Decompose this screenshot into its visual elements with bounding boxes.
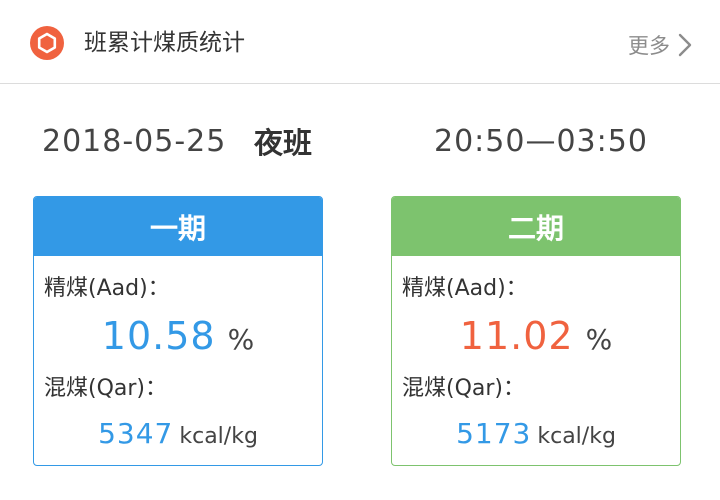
mixed-coal-unit: kcal/kg <box>537 424 616 449</box>
mixed-coal-value: 5173 <box>456 417 532 450</box>
clean-coal-row: 11.02% <box>392 313 680 359</box>
more-link[interactable]: 更多 <box>628 30 692 60</box>
chevron-right-icon <box>678 33 692 57</box>
clean-coal-value: 10.58 <box>101 314 216 358</box>
clean-coal-label: 精煤(Aad)： <box>402 276 528 301</box>
mixed-coal-unit: kcal/kg <box>179 424 258 449</box>
card-title: 一期 <box>34 197 322 256</box>
mixed-coal-row: 5173 kcal/kg <box>392 417 680 453</box>
clean-coal-unit: % <box>227 323 255 356</box>
more-label: 更多 <box>628 34 670 58</box>
mixed-coal-label: 混煤(Qar)： <box>402 376 526 401</box>
phase-card-2: 二期 精煤(Aad)： 11.02% 混煤(Qar)： 5173 kcal/kg <box>391 196 681 466</box>
clean-coal-row: 10.58% <box>34 313 322 359</box>
shift-info: 2018-05-25 夜班 20:50—03:50 <box>0 124 720 164</box>
shift-name: 夜班 <box>254 126 313 160</box>
header-bar: 班累计煤质统计 更多 <box>0 0 720 84</box>
mixed-coal-row: 5347 kcal/kg <box>34 417 322 453</box>
clean-coal-unit: % <box>585 323 613 356</box>
clean-coal-label: 精煤(Aad)： <box>44 276 170 301</box>
hexagon-icon <box>30 26 64 60</box>
mixed-coal-value: 5347 <box>98 417 174 450</box>
clean-coal-value: 11.02 <box>459 314 574 358</box>
shift-time-range: 20:50—03:50 <box>434 124 648 159</box>
phase-card-1: 一期 精煤(Aad)： 10.58% 混煤(Qar)： 5347 kcal/kg <box>33 196 323 466</box>
shift-date: 2018-05-25 <box>42 124 227 159</box>
mixed-coal-label: 混煤(Qar)： <box>44 376 168 401</box>
card-title: 二期 <box>392 197 680 256</box>
page-title: 班累计煤质统计 <box>84 30 245 56</box>
